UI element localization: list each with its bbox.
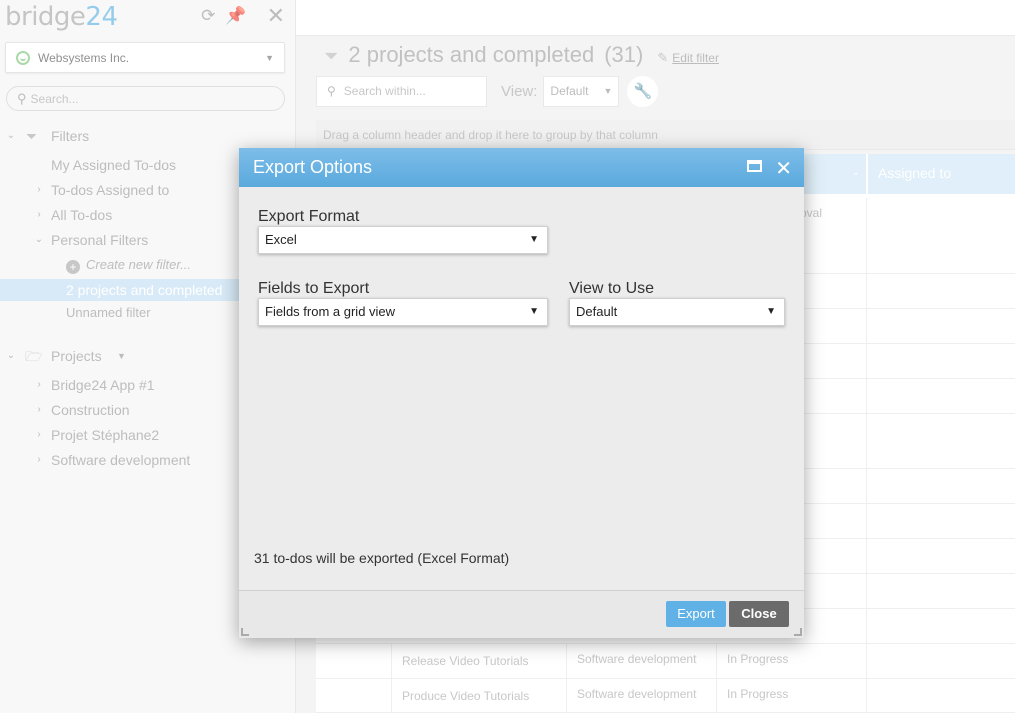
caret-down-icon: ▼ (766, 306, 776, 317)
export-button[interactable]: Export (666, 601, 726, 627)
export-format-value: Excel (265, 232, 297, 247)
resize-handle-icon[interactable] (241, 628, 249, 636)
maximize-icon[interactable] (747, 160, 762, 172)
view-to-use-label: View to Use (569, 280, 655, 297)
fields-to-export-label: Fields to Export (258, 280, 370, 297)
dialog-titlebar[interactable]: Export Options ✕ (239, 148, 804, 187)
close-button[interactable]: Close (729, 601, 789, 627)
dialog-footer: Export Close (239, 590, 804, 638)
resize-handle-icon[interactable] (794, 628, 802, 636)
close-icon[interactable]: ✕ (775, 156, 792, 181)
caret-down-icon: ▼ (529, 234, 539, 245)
view-to-use-value: Default (576, 304, 618, 319)
fields-to-export-select[interactable]: Fields from a grid view ▼ (258, 298, 548, 326)
view-to-use-select[interactable]: Default ▼ (569, 298, 785, 326)
export-format-select[interactable]: Excel ▼ (258, 226, 548, 254)
caret-down-icon: ▼ (529, 306, 539, 317)
fields-to-export-value: Fields from a grid view (265, 304, 396, 319)
export-options-dialog: Export Options ✕ Export Format Excel ▼ F… (239, 148, 804, 638)
dialog-title: Export Options (253, 157, 373, 177)
export-summary-text: 31 to-dos will be exported (Excel Format… (254, 550, 510, 566)
export-format-label: Export Format (258, 208, 360, 225)
